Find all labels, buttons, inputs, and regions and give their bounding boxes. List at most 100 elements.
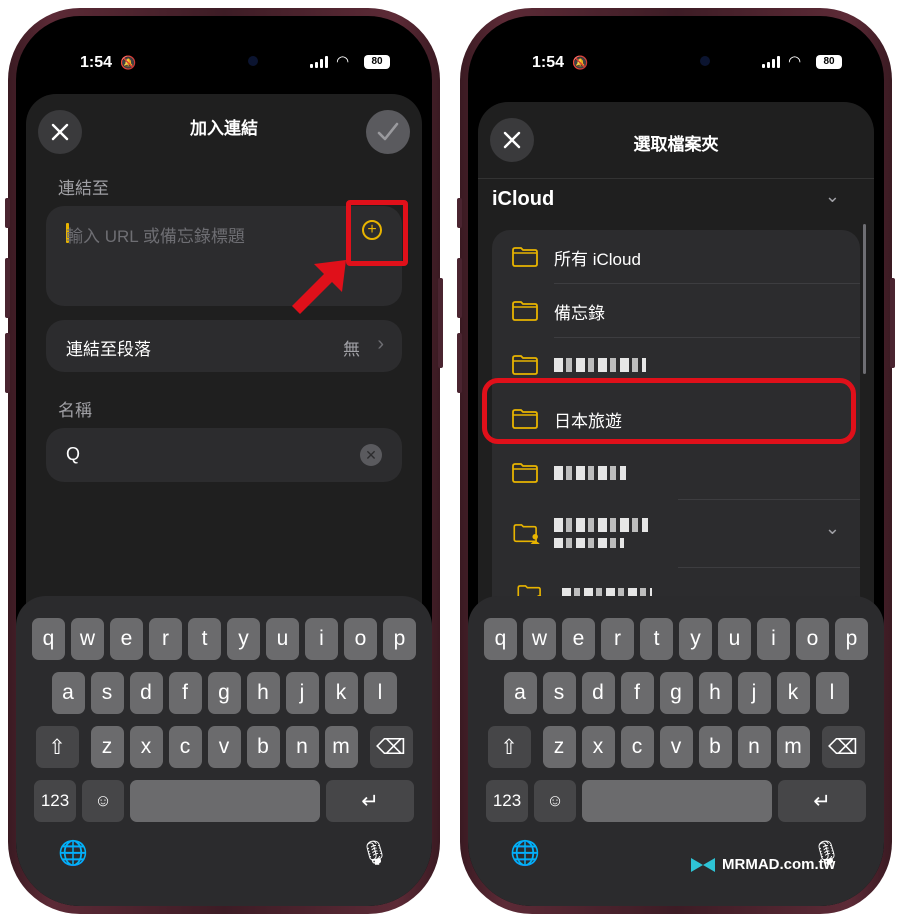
numbers-key[interactable]: 123 (34, 780, 76, 822)
key-v[interactable]: v (207, 726, 241, 768)
emoji-key[interactable]: ☺ (534, 780, 576, 822)
icloud-group-title: iCloud (492, 188, 555, 210)
key-w[interactable]: w (71, 618, 104, 660)
mrmad-logo-icon (691, 857, 715, 872)
folder-row[interactable]: 備忘錄 (492, 284, 860, 338)
key-t[interactable]: t (640, 618, 673, 660)
key-c[interactable]: c (620, 726, 654, 768)
key-j[interactable]: j (285, 672, 319, 714)
shift-key[interactable]: ⇧ (487, 726, 531, 768)
globe-icon[interactable]: 🌐 (510, 839, 540, 868)
left-screen: 1:54 🔕 ◠ 80 加入連結 連結至 輸入 URL 或備忘錄標題 + 連結至… (16, 16, 432, 906)
key-x[interactable]: x (129, 726, 163, 768)
key-w[interactable]: w (523, 618, 556, 660)
key-z[interactable]: z (90, 726, 124, 768)
key-o[interactable]: o (344, 618, 377, 660)
shared-folder-icon (513, 524, 540, 544)
key-e[interactable]: e (110, 618, 143, 660)
folder-row[interactable] (492, 446, 860, 500)
key-g[interactable]: g (207, 672, 241, 714)
return-key[interactable]: ↵ (326, 780, 414, 822)
space-key[interactable] (582, 780, 772, 822)
key-h[interactable]: h (246, 672, 280, 714)
name-input[interactable]: Q ✕ (46, 428, 402, 482)
space-key[interactable] (130, 780, 320, 822)
key-s[interactable]: s (542, 672, 576, 714)
shared-folder-row[interactable]: ⌄ (492, 500, 860, 568)
link-paragraph-label: 連結至段落 (66, 340, 151, 359)
key-p[interactable]: p (383, 618, 416, 660)
key-r[interactable]: r (149, 618, 182, 660)
key-g[interactable]: g (659, 672, 693, 714)
key-j[interactable]: j (737, 672, 771, 714)
status-time: 1:54 (532, 54, 565, 71)
key-x[interactable]: x (581, 726, 615, 768)
key-n[interactable]: n (737, 726, 771, 768)
battery-indicator: 80 (816, 55, 842, 69)
checkmark-icon (377, 122, 399, 141)
key-z[interactable]: z (542, 726, 576, 768)
confirm-button[interactable] (366, 110, 410, 154)
silent-bell-icon: 🔕 (572, 55, 589, 70)
pointer-arrow-icon (292, 260, 346, 314)
key-i[interactable]: i (757, 618, 790, 660)
key-c[interactable]: c (168, 726, 202, 768)
key-r[interactable]: r (601, 618, 634, 660)
right-phone: 1:54 🔕 ◠ 80 選取檔案夾 iCloud ⌄ 所有 iCloud 備忘錄… (457, 8, 895, 914)
key-v[interactable]: v (659, 726, 693, 768)
key-d[interactable]: d (129, 672, 163, 714)
numbers-key[interactable]: 123 (486, 780, 528, 822)
key-n[interactable]: n (285, 726, 319, 768)
globe-icon[interactable]: 🌐 (58, 839, 88, 868)
scrollbar[interactable] (863, 224, 866, 374)
key-h[interactable]: h (698, 672, 732, 714)
key-q[interactable]: q (32, 618, 65, 660)
microphone-icon[interactable]: 🎙 (360, 839, 390, 868)
link-paragraph-row[interactable]: 連結至段落 無 › (46, 320, 402, 372)
key-b[interactable]: b (698, 726, 732, 768)
key-f[interactable]: f (168, 672, 202, 714)
key-m[interactable]: m (324, 726, 358, 768)
chevron-down-icon[interactable]: ⌄ (825, 186, 840, 207)
clear-text-icon[interactable]: ✕ (360, 444, 382, 466)
key-e[interactable]: e (562, 618, 595, 660)
key-y[interactable]: y (227, 618, 260, 660)
emoji-key[interactable]: ☺ (82, 780, 124, 822)
key-m[interactable]: m (776, 726, 810, 768)
key-s[interactable]: s (90, 672, 124, 714)
key-l[interactable]: l (363, 672, 397, 714)
obscured-folder-name (554, 358, 646, 372)
chevron-down-icon[interactable]: ⌄ (825, 518, 840, 539)
name-value: Q (66, 444, 81, 464)
key-t[interactable]: t (188, 618, 221, 660)
key-y[interactable]: y (679, 618, 712, 660)
wifi-icon: ◠ (788, 53, 802, 70)
backspace-key[interactable]: ⌫ (369, 726, 413, 768)
key-k[interactable]: k (776, 672, 810, 714)
key-u[interactable]: u (266, 618, 299, 660)
key-a[interactable]: a (503, 672, 537, 714)
key-d[interactable]: d (581, 672, 615, 714)
key-q[interactable]: q (484, 618, 517, 660)
shift-key[interactable]: ⇧ (35, 726, 79, 768)
return-key[interactable]: ↵ (778, 780, 866, 822)
folder-row[interactable]: 所有 iCloud (492, 230, 860, 284)
chevron-right-icon: › (377, 333, 384, 355)
folder-name: 備忘錄 (554, 303, 605, 323)
key-o[interactable]: o (796, 618, 829, 660)
backspace-key[interactable]: ⌫ (821, 726, 865, 768)
key-a[interactable]: a (51, 672, 85, 714)
key-b[interactable]: b (246, 726, 280, 768)
key-p[interactable]: p (835, 618, 868, 660)
key-u[interactable]: u (718, 618, 751, 660)
key-i[interactable]: i (305, 618, 338, 660)
sheet-title: 加入連結 (190, 119, 258, 138)
key-k[interactable]: k (324, 672, 358, 714)
obscured-folder-name (554, 466, 626, 480)
dynamic-island (166, 44, 284, 78)
key-f[interactable]: f (620, 672, 654, 714)
key-l[interactable]: l (815, 672, 849, 714)
battery-indicator: 80 (364, 55, 390, 69)
divider (478, 178, 874, 179)
folder-name: 所有 iCloud (554, 249, 641, 269)
